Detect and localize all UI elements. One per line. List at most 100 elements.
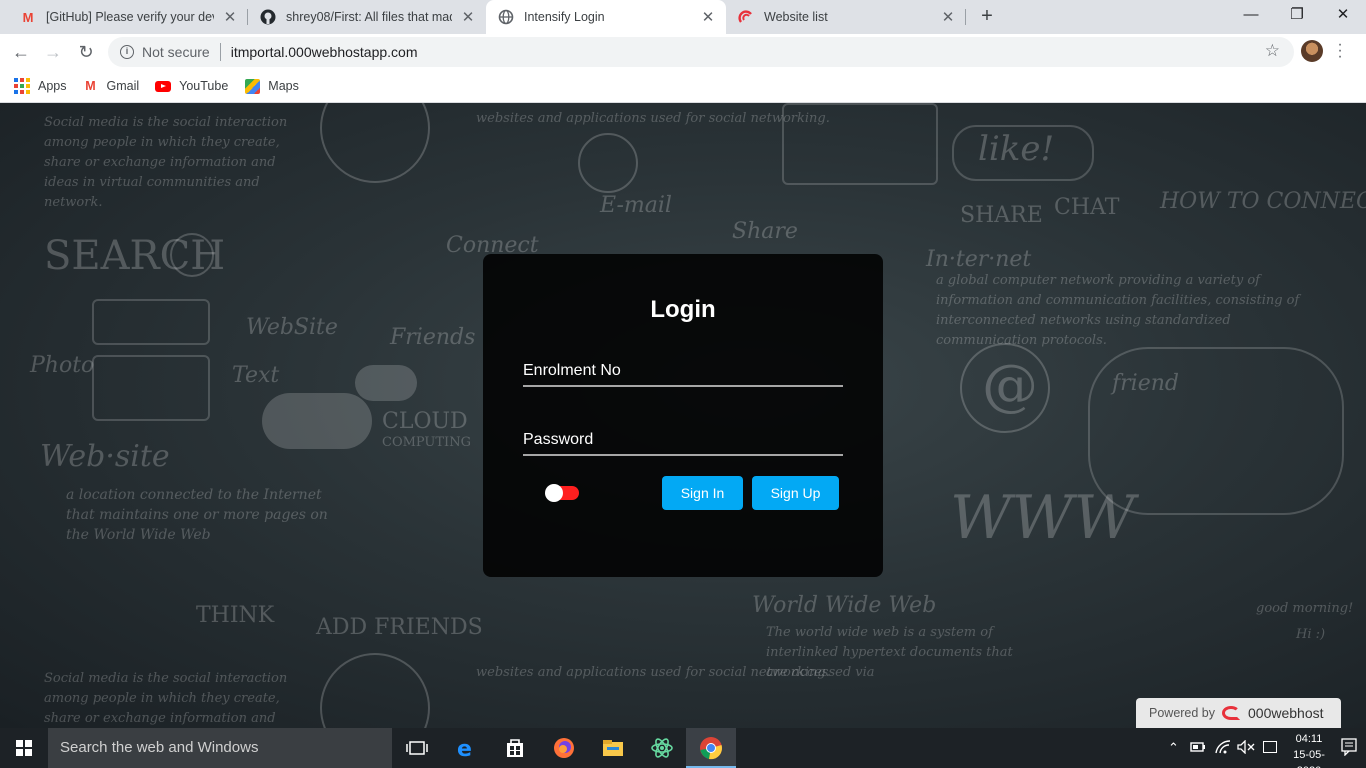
bg-box <box>92 299 210 345</box>
bookmark-maps[interactable]: Maps <box>244 78 299 94</box>
toggle-switch[interactable] <box>545 484 579 502</box>
taskbar-search[interactable]: Search the web and Windows <box>48 728 392 768</box>
url-text[interactable]: itmportal.000webhostapp.com <box>231 44 418 60</box>
password-input[interactable] <box>523 426 843 454</box>
bg-friend-text: friend <box>1112 371 1179 396</box>
bg-globe <box>320 653 430 728</box>
bg-photo-text: Photo <box>30 353 95 378</box>
bg-cloud-text: CLOUD <box>382 409 468 434</box>
bg-magnifier <box>170 233 214 277</box>
powered-by-text: Powered by <box>1149 706 1216 720</box>
bg-social-text-2: Social media is the social interaction a… <box>44 671 288 726</box>
bg-chat-text: CHAT <box>1054 195 1120 220</box>
toggle-knob <box>545 484 563 502</box>
wifi-icon[interactable] <box>1214 740 1232 757</box>
bg-how-text: HOW TO CONNECT? <box>1160 189 1366 214</box>
bg-monitor <box>782 103 938 185</box>
atom-icon[interactable] <box>650 736 674 760</box>
close-icon[interactable]: ✕ <box>940 8 956 26</box>
bg-friends-text: Friends <box>390 325 476 350</box>
bg-share-text: Share <box>732 219 798 244</box>
tab-website-list[interactable]: Website list ✕ <box>726 0 966 34</box>
bg-think-text: THINK <box>196 603 275 628</box>
bg-email-text: E-mail <box>600 193 672 218</box>
security-label[interactable]: Not secure <box>142 44 210 60</box>
close-icon[interactable]: ✕ <box>700 8 716 26</box>
bookmark-star-icon[interactable]: ☆ <box>1265 41 1280 61</box>
tab-intensify-login[interactable]: Intensify Login ✕ <box>486 0 726 34</box>
github-icon <box>260 9 276 25</box>
clock-time: 04:11 <box>1295 733 1323 745</box>
bookmark-youtube[interactable]: YouTube <box>155 78 228 94</box>
bg-internet-title: In·ter·net <box>926 247 1032 272</box>
bg-at-icon: @ <box>982 353 1038 418</box>
tab-title: Intensify Login <box>524 10 605 24</box>
enrolment-field[interactable] <box>523 357 843 387</box>
close-window-button[interactable]: ✕ <box>1320 0 1366 34</box>
enrolment-input[interactable] <box>523 357 843 385</box>
taskbar-clock[interactable]: 04:11 15-05-2020 <box>1285 731 1333 768</box>
windows-start-icon[interactable] <box>16 740 32 756</box>
bg-www-title: World Wide Web <box>752 593 937 618</box>
bg-text-label: Text <box>232 363 280 388</box>
apps-grid-icon <box>14 78 30 94</box>
sign-up-button[interactable]: Sign Up <box>752 476 839 510</box>
bg-cloud-text-2: COMPUTING <box>382 435 471 450</box>
browser-toolbar: ← → ↻ i Not secure itmportal.000webhosta… <box>0 34 1366 70</box>
youtube-icon <box>155 78 172 94</box>
maps-icon <box>244 78 260 94</box>
powered-by-badge[interactable]: Powered by 000webhost <box>1136 698 1341 728</box>
bookmark-apps[interactable]: Apps <box>14 78 67 94</box>
bg-add-friends-text: ADD FRIENDS <box>316 615 483 640</box>
tab-strip: M [GitHub] Please verify your device ✕ s… <box>0 0 1366 34</box>
restore-button[interactable]: ❐ <box>1274 0 1320 34</box>
battery-icon[interactable] <box>1190 740 1206 757</box>
task-view-icon[interactable] <box>405 736 429 760</box>
info-icon[interactable]: i <box>120 45 134 59</box>
powered-by-brand: 000webhost <box>1248 705 1324 721</box>
bookmark-label: Apps <box>38 79 67 93</box>
edge-icon[interactable]: e <box>454 736 478 762</box>
bg-website-def: a location connected to the Internet tha… <box>66 487 328 543</box>
forward-button[interactable]: → <box>40 40 66 64</box>
bookmark-gmail[interactable]: M Gmail <box>83 78 139 94</box>
bookmark-label: YouTube <box>179 79 229 93</box>
bg-social-text: Social media is the social interaction a… <box>44 115 288 210</box>
menu-kebab-icon[interactable]: · · · <box>1335 37 1345 65</box>
store-icon[interactable] <box>503 736 527 760</box>
chrome-icon[interactable] <box>699 736 723 760</box>
password-field[interactable] <box>523 426 843 456</box>
bg-good-morning: good morning! <box>1256 601 1354 616</box>
windows-taskbar: Search the web and Windows e ⌃ 04:11 15-… <box>0 728 1366 768</box>
minimize-button[interactable]: — <box>1228 0 1274 34</box>
website-icon <box>738 9 754 25</box>
bookmark-label: Maps <box>268 79 299 93</box>
back-button[interactable]: ← <box>8 40 34 64</box>
address-bar[interactable]: i Not secure itmportal.000webhostapp.com… <box>108 37 1294 67</box>
volume-muted-icon[interactable] <box>1237 739 1255 757</box>
bg-hi-text: Hi :) <box>1296 627 1326 642</box>
close-icon[interactable]: ✕ <box>460 8 476 26</box>
file-explorer-icon[interactable] <box>601 736 625 760</box>
bg-cloud-small <box>355 365 417 401</box>
bg-internet-def: a global computer network providing a va… <box>936 273 1300 348</box>
new-tab-button[interactable]: + <box>976 5 998 29</box>
firefox-icon[interactable] <box>552 736 576 760</box>
bg-network-node <box>578 133 638 193</box>
profile-avatar[interactable] <box>1301 40 1323 62</box>
tab-gmail[interactable]: M [GitHub] Please verify your device ✕ <box>8 0 248 34</box>
tab-separator <box>965 9 966 25</box>
sign-in-button[interactable]: Sign In <box>662 476 743 510</box>
tab-title: Website list <box>764 10 828 24</box>
clock-date: 15-05-2020 <box>1293 749 1325 768</box>
reload-button[interactable]: ↻ <box>73 40 99 64</box>
chalkboard-background: Social media is the social interaction a… <box>0 103 1366 728</box>
close-icon[interactable]: ✕ <box>222 8 238 26</box>
tray-chevron-icon[interactable]: ⌃ <box>1168 740 1179 756</box>
ime-icon[interactable] <box>1263 741 1277 753</box>
notification-icon[interactable] <box>1341 738 1357 759</box>
bg-box <box>92 355 210 421</box>
tab-github[interactable]: shrey08/First: All files that made in ✕ <box>248 0 486 34</box>
bg-share-box: SHARE <box>960 203 1043 228</box>
login-title: Login <box>650 296 716 323</box>
